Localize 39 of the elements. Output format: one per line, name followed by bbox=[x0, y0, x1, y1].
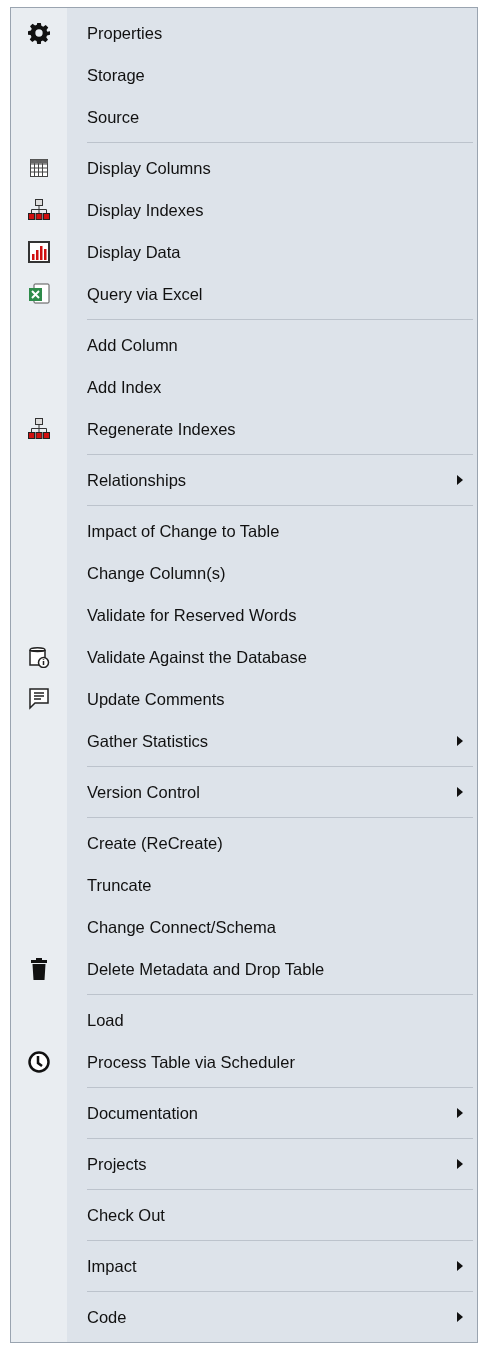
menu-item[interactable]: Documentation bbox=[11, 1092, 477, 1134]
menu-item[interactable]: Delete Metadata and Drop Table bbox=[11, 948, 477, 990]
menu-item[interactable]: Impact bbox=[11, 1245, 477, 1287]
menu-item[interactable]: Validate Against the Database bbox=[11, 636, 477, 678]
spreadsheet-icon bbox=[28, 283, 50, 305]
menu-item[interactable]: Regenerate Indexes bbox=[11, 408, 477, 450]
menu-item[interactable]: Code bbox=[11, 1296, 477, 1338]
trash-icon bbox=[31, 958, 47, 980]
menu-item[interactable]: Process Table via Scheduler bbox=[11, 1041, 477, 1083]
menu-item[interactable]: Load bbox=[11, 999, 477, 1041]
menu-item[interactable]: Query via Excel bbox=[11, 273, 477, 315]
menu-item[interactable]: Update Comments bbox=[11, 678, 477, 720]
menu-item[interactable]: Source bbox=[11, 96, 477, 138]
menu-item[interactable]: Add Index bbox=[11, 366, 477, 408]
menu-item[interactable]: Check Out bbox=[11, 1194, 477, 1236]
comment-icon bbox=[29, 688, 49, 710]
hierarchy-icon bbox=[28, 418, 50, 440]
grid-icon bbox=[30, 159, 48, 177]
gear-icon bbox=[28, 22, 50, 44]
menu-item[interactable]: Display Columns bbox=[11, 147, 477, 189]
menu-item[interactable]: Create (ReCreate) bbox=[11, 822, 477, 864]
hierarchy-icon bbox=[28, 199, 50, 221]
menu-item[interactable]: Display Data bbox=[11, 231, 477, 273]
menu-item[interactable]: Truncate bbox=[11, 864, 477, 906]
menu-item[interactable]: Validate for Reserved Words bbox=[11, 594, 477, 636]
menu-item[interactable]: Display Indexes bbox=[11, 189, 477, 231]
menu-item[interactable]: Relationships bbox=[11, 459, 477, 501]
menu-item[interactable]: Add Column bbox=[11, 324, 477, 366]
menu-item[interactable]: Properties bbox=[11, 12, 477, 54]
menu-item[interactable]: Storage bbox=[11, 54, 477, 96]
menu-item[interactable]: Version Control bbox=[11, 771, 477, 813]
menu-item[interactable]: Gather Statistics bbox=[11, 720, 477, 762]
menu-item[interactable]: Change Column(s) bbox=[11, 552, 477, 594]
menu-item[interactable]: Impact of Change to Table bbox=[11, 510, 477, 552]
database-info-icon bbox=[28, 646, 50, 668]
clock-icon bbox=[28, 1051, 50, 1073]
menu-item[interactable]: Change Connect/Schema bbox=[11, 906, 477, 948]
menu-item[interactable]: Projects bbox=[11, 1143, 477, 1185]
bar-chart-icon bbox=[28, 241, 50, 263]
